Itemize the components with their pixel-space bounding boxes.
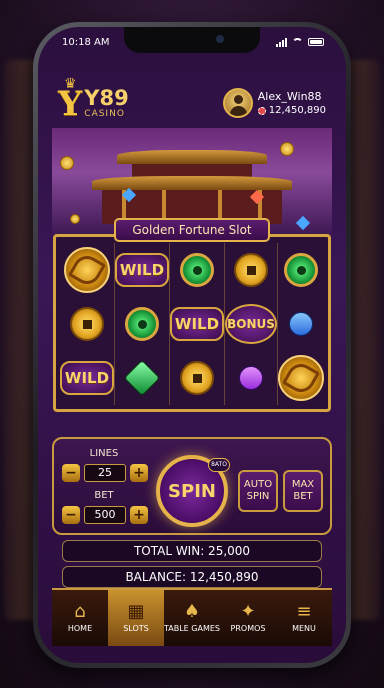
bet-label: BET [94, 490, 114, 501]
nav-table-games[interactable]: ♠ TABLE GAMES [164, 590, 220, 646]
reel-cell [225, 243, 278, 297]
home-icon: ⌂ [74, 601, 86, 622]
reel-cell [60, 243, 115, 297]
signal-icon [276, 37, 287, 47]
wifi-icon [292, 38, 303, 46]
gem-icon [295, 215, 311, 231]
bet-decrease-button[interactable]: − [62, 506, 80, 524]
nav-label: HOME [67, 624, 93, 633]
nav-label: PROMOS [230, 624, 266, 633]
lines-stepper: − 25 + [62, 464, 148, 482]
jade-symbol [180, 253, 214, 287]
coin-symbol [70, 307, 104, 341]
avatar[interactable] [222, 88, 253, 118]
reel-cell [225, 351, 278, 405]
dragon-symbol [278, 355, 324, 401]
slots-icon: ▦ [127, 601, 145, 622]
bottom-nav: ⌂ HOME ▦ SLOTS ♠ TABLE GAMES ✦ PROMOS ≡ MENU [52, 588, 332, 646]
reel-cell: WILD [115, 243, 170, 297]
logo-letter: Y [58, 83, 83, 124]
coin-symbol [180, 361, 214, 395]
amethyst-symbol [234, 361, 268, 395]
reel-cell [60, 297, 115, 351]
game-title: Golden Fortune Slot [114, 218, 270, 242]
dragon-symbol [64, 247, 110, 293]
coin-symbol [234, 253, 268, 287]
app-header: ♛ Y Y89 CASINO Alex_Win88 12,450,890 [58, 76, 326, 128]
wild-symbol: WILD [170, 307, 224, 341]
reel-cell [115, 351, 170, 405]
temple-roof [92, 176, 292, 190]
crown-icon: ♛ [64, 75, 77, 92]
menu-icon: ≡ [296, 601, 312, 622]
total-win-display: TOTAL WIN: 25,000 [62, 540, 322, 562]
auto-spin-button[interactable]: AUTO SPIN [238, 470, 278, 512]
sapphire-symbol [284, 307, 318, 341]
reel-cell [278, 351, 324, 405]
bet-stepper: − 500 + [62, 506, 148, 524]
chip-icon [257, 106, 266, 115]
bet-value: 500 [84, 506, 126, 524]
lines-increase-button[interactable]: + [130, 464, 148, 482]
coin-icon [60, 156, 74, 170]
reel-cell: WILD [170, 297, 225, 351]
reel-cell: WILD [60, 351, 115, 405]
lines-label: LINES [89, 448, 119, 459]
wild-symbol: WILD [115, 253, 169, 287]
jade-symbol [125, 307, 159, 341]
brand-name: Y89 [84, 85, 129, 110]
jade-symbol [284, 253, 318, 287]
reel-cell [115, 297, 170, 351]
status-time: 10:18 AM [62, 36, 110, 48]
reel-cell [170, 243, 225, 297]
nav-menu[interactable]: ≡ MENU [276, 590, 332, 646]
nav-label: TABLE GAMES [164, 624, 220, 633]
coin-icon [70, 214, 80, 224]
brand-logo[interactable]: ♛ Y Y89 CASINO [58, 76, 129, 124]
reel-cell [278, 243, 324, 297]
promos-icon: ✦ [240, 601, 256, 622]
max-bet-button[interactable]: MAX BET [283, 470, 323, 512]
reel-cell: BONUS [225, 297, 278, 351]
balance-display: BALANCE: 12,450,890 [62, 566, 322, 588]
nav-label: MENU [292, 624, 316, 633]
brand-tagline: CASINO [84, 108, 125, 119]
nav-home[interactable]: ⌂ HOME [52, 590, 108, 646]
lines-decrease-button[interactable]: − [62, 464, 80, 482]
reel-cell [278, 297, 324, 351]
nav-promos[interactable]: ✦ PROMOS [220, 590, 276, 646]
status-bar: 10:18 AM [62, 35, 324, 49]
wild-symbol: WILD [60, 361, 114, 395]
bet-increase-button[interactable]: + [130, 506, 148, 524]
table-games-icon: ♠ [183, 601, 201, 622]
bonus-symbol: BONUS [225, 304, 277, 344]
spin-badge: 8ATO [208, 458, 230, 472]
slot-reels[interactable]: WILD WILD BONUS WILD [53, 234, 331, 412]
battery-icon [308, 38, 324, 46]
nav-slots[interactable]: ▦ SLOTS [108, 590, 164, 646]
reel-cell [170, 351, 225, 405]
lines-value: 25 [84, 464, 126, 482]
temple-roof [117, 150, 267, 164]
user-profile[interactable]: Alex_Win88 12,450,890 [222, 88, 326, 118]
emerald-symbol [123, 359, 161, 397]
user-balance: 12,450,890 [268, 105, 326, 116]
coin-icon [280, 142, 294, 156]
username: Alex_Win88 [257, 90, 322, 103]
nav-label: SLOTS [123, 624, 149, 633]
